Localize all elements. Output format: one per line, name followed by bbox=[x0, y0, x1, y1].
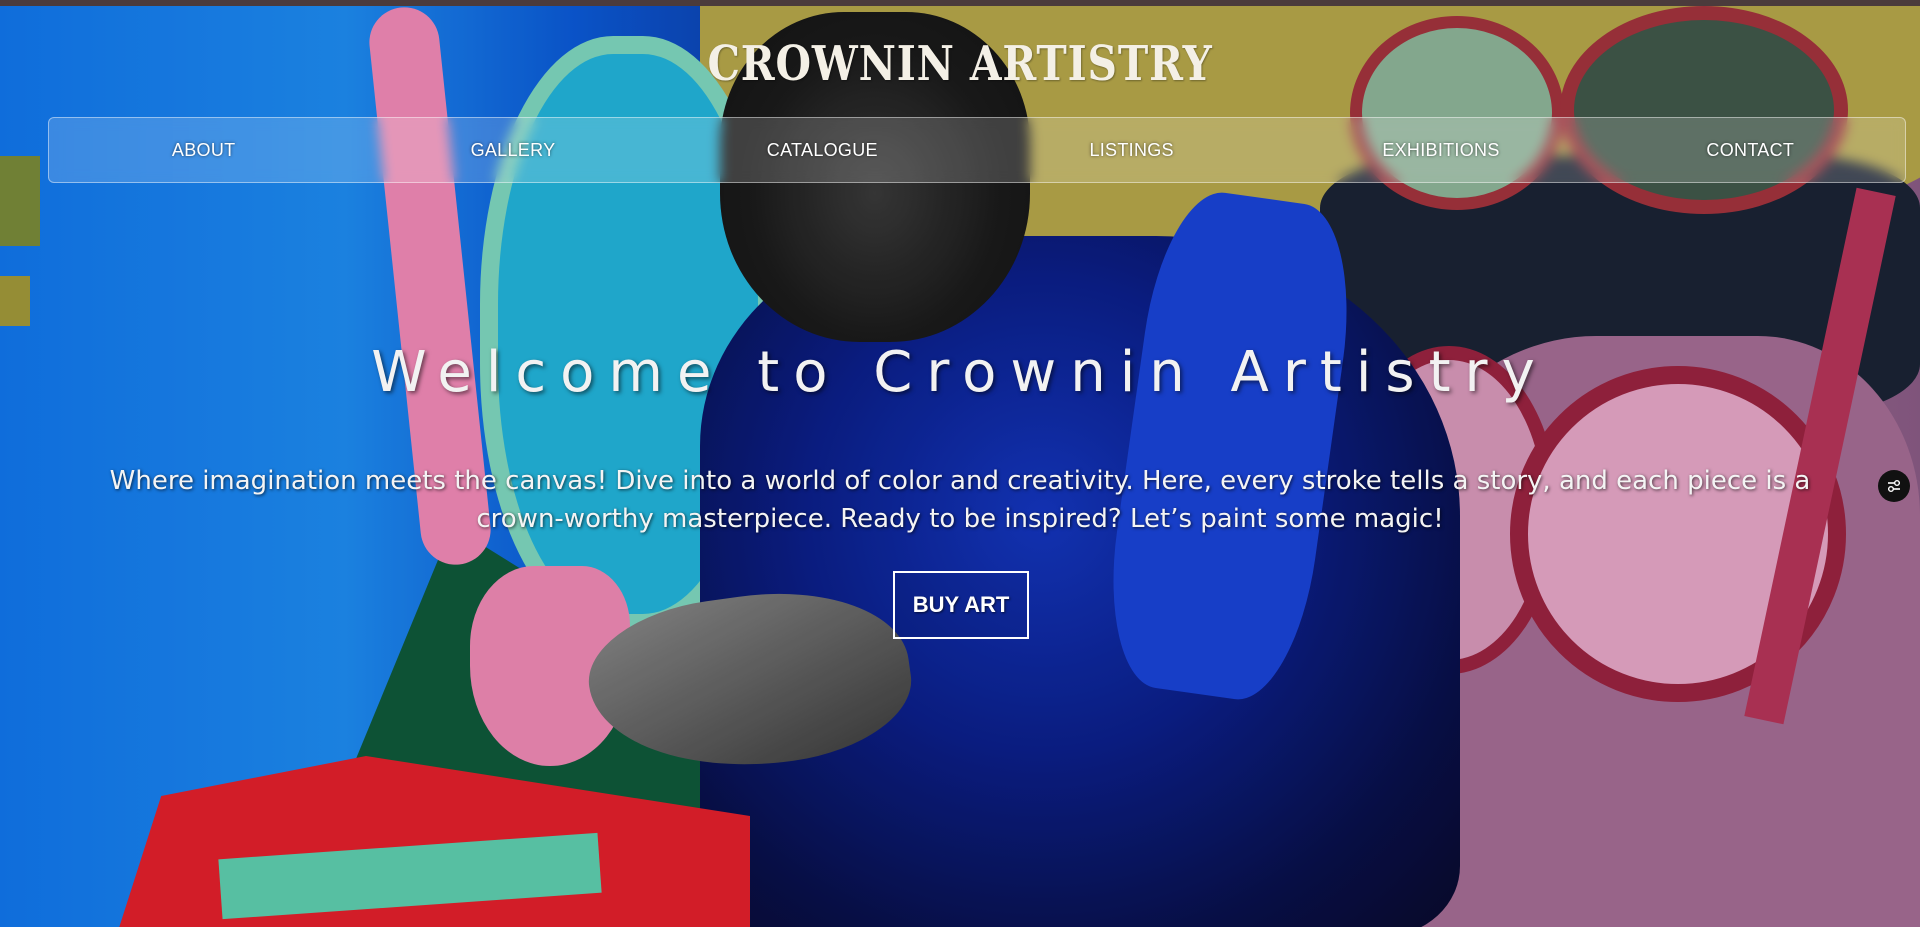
main-navigation: ABOUT GALLERY CATALOGUE LISTINGS EXHIBIT… bbox=[48, 117, 1906, 183]
settings-toggle-icon bbox=[1888, 480, 1900, 492]
nav-item-contact[interactable]: CONTACT bbox=[1596, 140, 1905, 161]
nav-item-gallery[interactable]: GALLERY bbox=[358, 140, 667, 161]
nav-item-listings[interactable]: LISTINGS bbox=[977, 140, 1286, 161]
nav-item-catalogue[interactable]: CATALOGUE bbox=[668, 140, 977, 161]
nav-item-exhibitions[interactable]: EXHIBITIONS bbox=[1286, 140, 1595, 161]
page: CROWNIN ARTISTRY ABOUT GALLERY CATALOGUE… bbox=[0, 0, 1920, 927]
hero-subtitle: Where imagination meets the canvas! Dive… bbox=[109, 466, 1811, 534]
nav-item-about[interactable]: ABOUT bbox=[49, 140, 358, 161]
accessibility-widget-button[interactable] bbox=[1878, 470, 1910, 502]
top-strip bbox=[0, 0, 1920, 6]
buy-art-button[interactable]: BUY ART bbox=[893, 571, 1029, 639]
hero-heading: Welcome to Crownin Artistry bbox=[371, 340, 1549, 405]
site-logo-title[interactable]: CROWNIN ARTISTRY bbox=[144, 36, 1776, 92]
